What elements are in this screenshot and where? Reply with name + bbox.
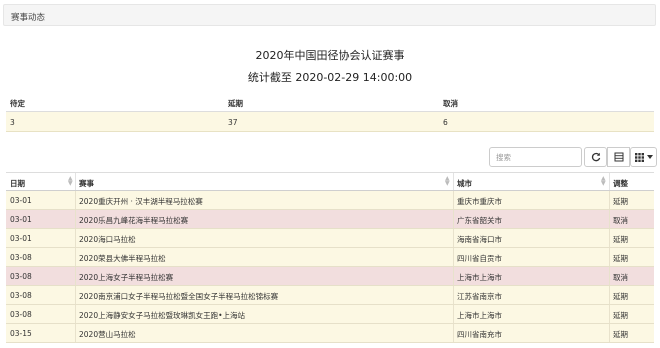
row-date: 03-08 (10, 272, 32, 281)
row-date: 03-08 (10, 253, 32, 262)
row-date: 03-01 (10, 196, 32, 205)
row-city: 江苏省南京市 (457, 292, 502, 301)
summary-header-pending: 待定 (10, 99, 25, 108)
row-city: 四川省自贡市 (457, 254, 502, 263)
row-adjustment: 延期 (613, 311, 628, 320)
row-event: 2020南京浦口女子半程马拉松暨全国女子半程马拉松锦标赛 (79, 292, 279, 301)
row-adjustment: 延期 (613, 330, 628, 339)
list-view-icon (614, 152, 623, 162)
table-row[interactable]: 03-08 2020上海女子半程马拉松赛 上海市上海市 取消 (6, 267, 654, 286)
summary-value-cancelled: 6 (443, 118, 448, 127)
refresh-icon (591, 152, 600, 162)
row-event: 2020重庆开州 · 汉丰湖半程马拉松赛 (79, 197, 203, 206)
row-adjustment: 延期 (613, 197, 628, 206)
table-header: 日期 ▲ ▼ 赛事 ▲ ▼ 城市 ▲ ▼ 调整 (6, 172, 654, 191)
table-row[interactable]: 03-08 2020上海静安女子马拉松暨玫琳凯女王跑•上海站 上海市上海市 延期 (6, 305, 654, 324)
column-header-date[interactable]: 日期 (10, 178, 25, 189)
row-city: 上海市上海市 (457, 311, 502, 320)
caret-down-icon (646, 155, 653, 159)
row-city: 广东省韶关市 (457, 216, 502, 225)
row-event: 2020荣县大佛半程马拉松 (79, 254, 166, 263)
table-row[interactable]: 03-08 2020荣县大佛半程马拉松 四川省自贡市 延期 (6, 248, 654, 267)
report-stats-time: 统计截至 2020-02-29 14:00:00 (247, 71, 413, 84)
grid-icon (634, 152, 644, 162)
row-adjustment: 延期 (613, 235, 628, 244)
report-title: 2020年中国田径协会认证赛事 (255, 49, 405, 62)
row-event: 2020乐昌九峰花海半程马拉松赛 (79, 216, 189, 225)
summary-header-row: 待定 延期 取消 (6, 92, 654, 112)
row-adjustment: 取消 (613, 216, 628, 225)
toggle-view-button[interactable] (607, 147, 630, 167)
column-header-event[interactable]: 赛事 (79, 178, 94, 189)
summary-value-postponed: 37 (228, 118, 238, 127)
row-date: 03-08 (10, 291, 32, 300)
search-input[interactable] (489, 147, 582, 167)
row-adjustment: 延期 (613, 292, 628, 301)
summary-header-postponed: 延期 (228, 99, 243, 108)
sort-icon[interactable]: ▲ ▼ (601, 176, 606, 187)
table-row[interactable]: 03-15 2020营山马拉松 四川省南充市 延期 (6, 324, 654, 343)
column-header-adjustment[interactable]: 调整 (613, 178, 628, 189)
row-event: 2020上海女子半程马拉松赛 (79, 273, 174, 282)
row-city: 上海市上海市 (457, 273, 502, 282)
events-table-body: 03-01 2020重庆开州 · 汉丰湖半程马拉松赛 重庆市重庆市 延期 03-… (6, 191, 654, 343)
column-header-city[interactable]: 城市 (457, 178, 472, 189)
row-city: 海南省海口市 (457, 235, 502, 244)
row-adjustment: 取消 (613, 273, 628, 282)
row-event: 2020海口马拉松 (79, 235, 136, 244)
row-adjustment: 延期 (613, 254, 628, 263)
summary-value-pending: 3 (10, 118, 15, 127)
columns-dropdown-button[interactable] (630, 147, 657, 167)
row-city: 重庆市重庆市 (457, 197, 502, 206)
table-row[interactable]: 03-08 2020南京浦口女子半程马拉松暨全国女子半程马拉松锦标赛 江苏省南京… (6, 286, 654, 305)
summary-header-cancelled: 取消 (443, 99, 458, 108)
summary-values-row: 3 37 6 (6, 112, 654, 132)
table-row[interactable]: 03-01 2020海口马拉松 海南省海口市 延期 (6, 229, 654, 248)
sort-icon[interactable]: ▲ ▼ (68, 176, 73, 187)
panel-title: 赛事动态 (11, 13, 46, 23)
row-event: 2020上海静安女子马拉松暨玫琳凯女王跑•上海站 (79, 311, 246, 320)
panel-heading: 赛事动态 (3, 4, 656, 26)
row-city: 四川省南充市 (457, 330, 502, 339)
sort-icon[interactable]: ▲ ▼ (445, 176, 450, 187)
table-row[interactable]: 03-01 2020乐昌九峰花海半程马拉松赛 广东省韶关市 取消 (6, 210, 654, 229)
row-date: 03-01 (10, 215, 32, 224)
refresh-button[interactable] (584, 147, 607, 167)
table-row[interactable]: 03-01 2020重庆开州 · 汉丰湖半程马拉松赛 重庆市重庆市 延期 (6, 191, 654, 210)
row-date: 03-15 (10, 329, 32, 338)
row-event: 2020营山马拉松 (79, 330, 136, 339)
row-date: 03-08 (10, 310, 32, 319)
row-date: 03-01 (10, 234, 32, 243)
